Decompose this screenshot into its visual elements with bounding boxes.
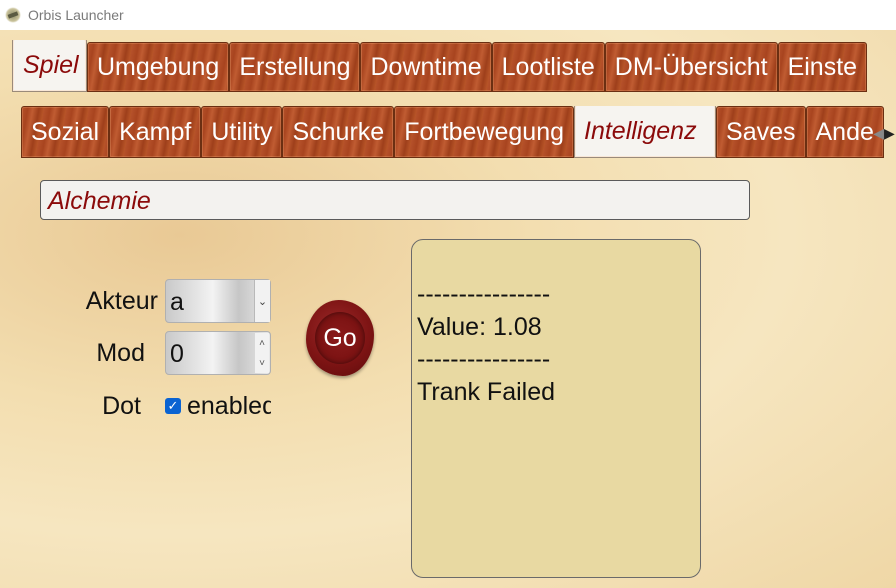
tab-kampf[interactable]: Kampf [109,106,202,158]
chevron-right-icon[interactable]: ▶ [884,125,895,142]
tab-einstellungen[interactable]: Einste [777,42,868,92]
title-bar: Orbis Launcher [0,0,896,30]
app-icon [5,7,21,23]
main-tab-bar: Spiel Umgebung Erstellung Downtime Lootl… [12,40,896,92]
chevron-down-icon[interactable]: ⌄ [254,280,270,322]
section-title-field: Alchemie [40,180,750,220]
dot-enabled-checkbox[interactable]: ✓ [165,398,181,414]
tab-scroll-arrows[interactable]: ◀ ▶ [872,120,896,146]
tab-spiel[interactable]: Spiel [12,40,87,92]
akteur-value: a [170,288,184,316]
tab-utility[interactable]: Utility [201,106,283,158]
mod-value: 0 [170,340,184,368]
output-line: Trank Failed [417,377,556,406]
mod-spinbox[interactable]: 0 ˄ ˅ [165,331,271,375]
mod-label: Mod [96,339,145,367]
tab-umgebung[interactable]: Umgebung [87,42,230,92]
tab-saves[interactable]: Saves [716,106,806,158]
output-line: Value: 1.08 [417,312,542,341]
chevron-up-icon[interactable]: ˄ [255,333,269,353]
dot-enabled-label[interactable]: enabled [187,392,271,421]
tab-fortbewegung[interactable]: Fortbewegung [394,106,575,158]
sub-tab-bar: Sozial Kampf Utility Schurke Fortbewegun… [21,106,896,158]
go-button-label: Go [323,324,357,352]
akteur-combobox[interactable]: a ⌄ [165,279,271,323]
result-output-panel: ---------------- Value: 1.08 -----------… [411,239,701,578]
tab-downtime[interactable]: Downtime [360,42,492,92]
go-button[interactable]: Go [306,300,374,378]
tab-schurke[interactable]: Schurke [282,106,395,158]
tab-sozial[interactable]: Sozial [21,106,110,158]
tab-erstellung[interactable]: Erstellung [229,42,361,92]
tab-dm-uebersicht[interactable]: DM-Übersicht [604,42,778,92]
output-line: ---------------- [417,345,551,373]
tab-lootliste[interactable]: Lootliste [491,42,605,92]
chevron-left-icon[interactable]: ◀ [873,125,884,142]
dot-label: Dot [102,392,141,420]
window-title: Orbis Launcher [28,7,124,23]
output-line: ---------------- [417,280,551,308]
chevron-down-icon[interactable]: ˅ [255,353,269,373]
akteur-label: Akteur [85,287,158,315]
checkmark-icon: ✓ [167,398,179,413]
tab-intelligenz[interactable]: Intelligenz [574,106,717,158]
